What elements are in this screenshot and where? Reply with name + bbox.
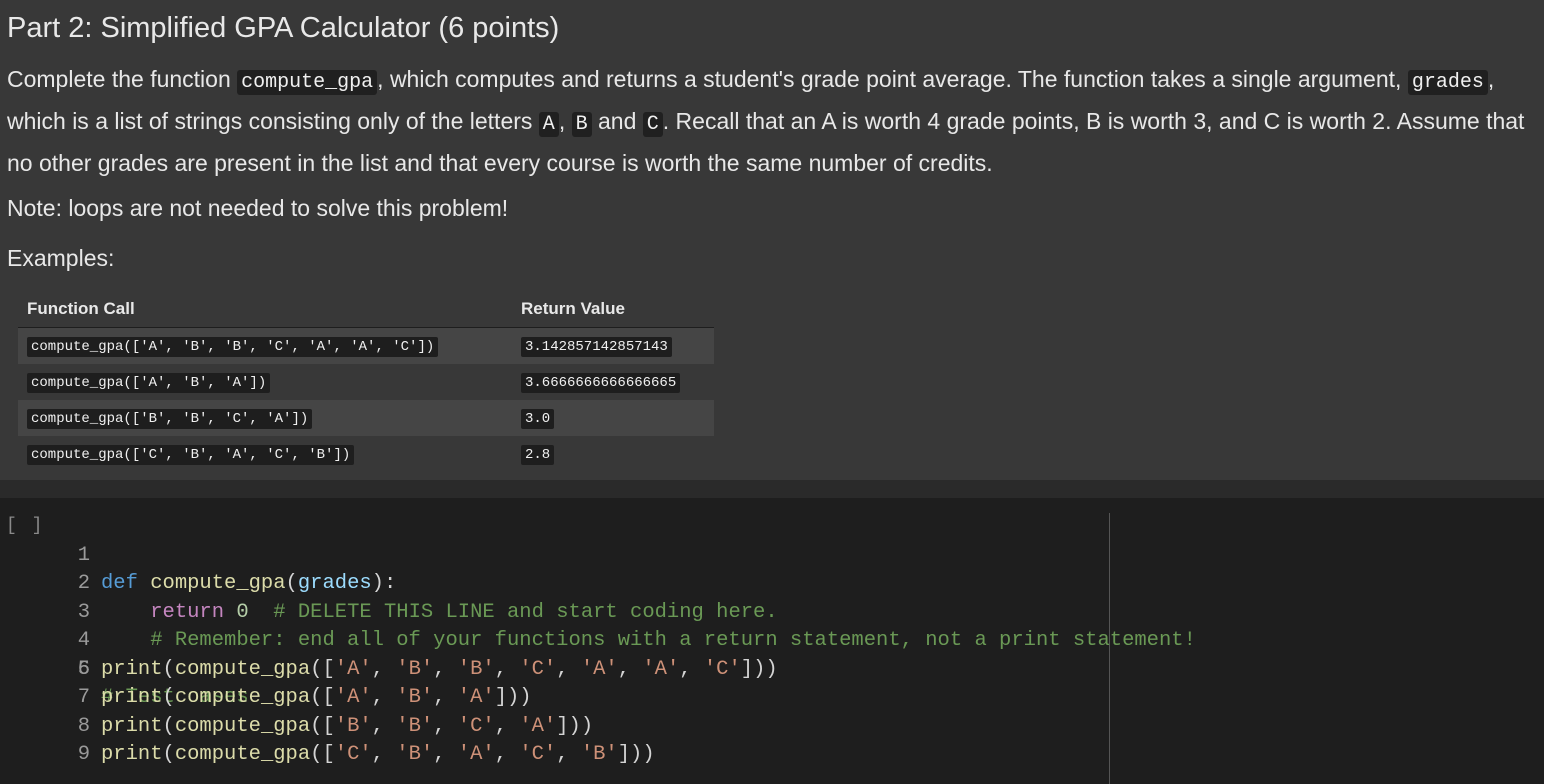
code-text: # Remember: end all of your functions wi… [150,629,1196,652]
line-number: 6 [77,657,90,681]
table-row: compute_gpa(['B', 'B', 'C', 'A']) 3.0 [18,400,714,436]
return-value-code: 3.6666666666666665 [521,373,681,393]
inline-code-c: C [642,112,663,137]
desc-text: , which computes and returns a student's… [377,66,1408,92]
code-line: 8 print(compute_gpa(['B', 'B', 'C', 'A'])… [0,713,593,742]
function-call-code: compute_gpa(['B', 'B', 'C', 'A']) [27,409,313,429]
return-value-code: 2.8 [521,445,555,465]
line-number: 9 [77,743,90,766]
function-call-code: compute_gpa(['C', 'B', 'A', 'C', 'B']) [27,445,355,465]
function-call-cell: compute_gpa(['A', 'B', 'B', 'C', 'A', 'A… [18,327,512,364]
table-row: compute_gpa(['A', 'B', 'B', 'C', 'A', 'A… [18,327,714,364]
desc-text: Complete the function [7,66,238,92]
line-number: 8 [77,714,90,738]
function-call-code: compute_gpa(['A', 'B', 'A']) [27,373,271,393]
code-line: 5 # Test cases [0,627,249,710]
table-row: compute_gpa(['A', 'B', 'A']) 3.666666666… [18,364,714,400]
return-value-cell: 2.8 [512,436,714,472]
note-text: Note: loops are not needed to solve this… [7,195,509,221]
return-value-code: 3.142857142857143 [521,337,672,357]
line-number: 7 [77,686,90,709]
code-text: print(compute_gpa(['B', 'B', 'C', 'A'])) [101,714,594,738]
code-text: print(compute_gpa(['A', 'B', 'A'])) [101,686,532,709]
print-lines: 6 print(compute_gpa(['A', 'B', 'B', 'C', … [0,656,778,770]
code-line: 7 print(compute_gpa(['A', 'B', 'A'])) [0,684,532,713]
return-value-cell: 3.142857142857143 [512,327,714,364]
inline-code-b: B [571,112,592,137]
inline-code-a: A [538,112,559,137]
desc-text: and [591,108,643,134]
section-title: Part 2: Simplified GPA Calculator (6 poi… [7,12,560,44]
code-text: return 0 # DELETE THIS LINE and start co… [150,600,778,624]
code-editor[interactable]: 1 def compute_gpa(grades): 2 return 0 # … [0,513,1196,770]
code-text: print(compute_gpa(['C', 'B', 'A', 'C', '… [101,743,655,766]
code-line: 4 [0,599,90,652]
code-text: def compute_gpa(grades): [101,572,397,595]
cell-separator [0,480,1544,498]
return-value-cell: 3.0 [512,400,714,436]
function-call-cell: compute_gpa(['C', 'B', 'A', 'C', 'B']) [18,436,512,472]
inline-code-function-name: compute_gpa [237,70,378,95]
desc-text: , [558,108,572,134]
examples-table: Function Call Return Value compute_gpa([… [18,291,714,472]
code-cell[interactable]: [ ] 1 def compute_gpa(grades): 2 return … [0,498,1544,784]
code-line: 1 def compute_gpa(grades): [0,513,397,596]
function-call-cell: compute_gpa(['A', 'B', 'A']) [18,364,512,400]
table-row: compute_gpa(['C', 'B', 'A', 'C', 'B']) 2… [18,436,714,472]
code-text: print(compute_gpa(['A', 'B', 'B', 'C', '… [101,657,778,681]
markdown-cell[interactable]: Part 2: Simplified GPA Calculator (6 poi… [0,0,1544,480]
return-value-cell: 3.6666666666666665 [512,364,714,400]
examples-label: Examples: [7,245,115,271]
code-line: 2 return 0 # DELETE THIS LINE and start … [0,542,778,624]
column-header-return-value: Return Value [512,291,714,328]
column-header-function-call: Function Call [18,291,512,328]
description-paragraph: Complete the function compute_gpa, which… [7,60,1537,182]
inline-code-grades: grades [1407,70,1488,95]
code-line: 9 print(compute_gpa(['C', 'B', 'A', 'C', … [0,741,655,770]
return-value-code: 3.0 [521,409,555,429]
code-line: 3 # Remember: end all of your functions … [0,570,1196,653]
code-line: 6 print(compute_gpa(['A', 'B', 'B', 'C', … [0,656,778,685]
function-call-code: compute_gpa(['A', 'B', 'B', 'C', 'A', 'A… [27,337,439,357]
function-call-cell: compute_gpa(['B', 'B', 'C', 'A']) [18,400,512,436]
